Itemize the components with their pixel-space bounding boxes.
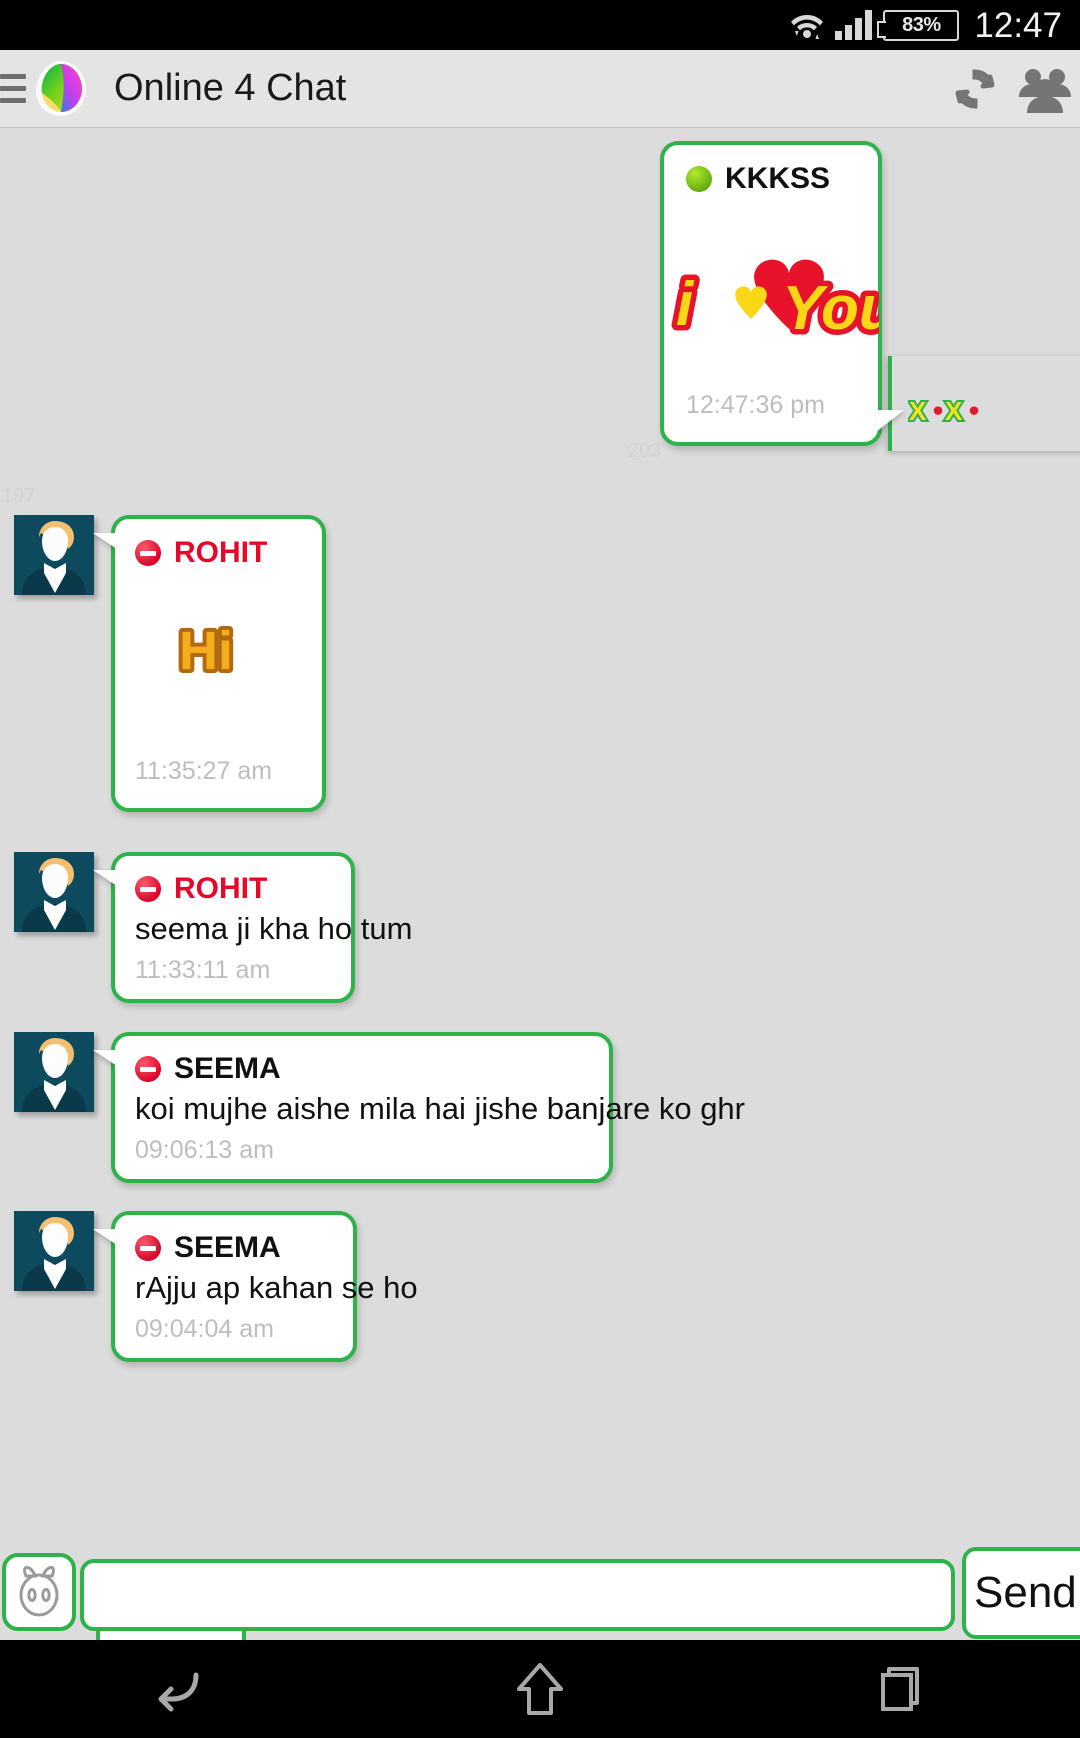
message-timestamp: 11:35:27 am [135, 757, 273, 785]
message-sender-label: SEEMA [174, 1052, 281, 1085]
message-sender-label: SEEMA [174, 1231, 281, 1264]
message-timestamp: 09:06:13 am [135, 1135, 274, 1164]
message-bubble[interactable]: KKKSS i i You You 12:47:3 [660, 141, 904, 446]
refresh-icon[interactable] [940, 54, 1010, 124]
message-sender: SEEMA [135, 1052, 589, 1086]
presence-offline-icon [135, 1235, 161, 1261]
svg-text:Hi: Hi [179, 621, 233, 681]
bubble-tail [93, 533, 117, 549]
svg-text:X: X [909, 396, 927, 426]
message-sender-label: KKKSS [725, 162, 831, 195]
hi-sticker: Hi Hi [175, 617, 263, 685]
battery-percent-label: 83% [902, 13, 941, 36]
message-text: rAjju ap kahan se ho [135, 1270, 418, 1305]
message-input[interactable] [80, 1559, 955, 1631]
message-sender-label: ROHIT [174, 536, 268, 569]
group-users-icon[interactable] [1010, 54, 1080, 124]
message-bubble[interactable]: ROHIT Hi Hi 11:35:27 am [93, 515, 326, 812]
message-row[interactable]: ROHIT Hi Hi 11:35:27 am [14, 515, 326, 812]
message-sender: ROHIT [135, 872, 331, 906]
message-bubble[interactable]: SEEMA rAjju ap kahan se ho 09:04:04 am [93, 1211, 418, 1362]
wifi-transfer-icon [790, 9, 824, 41]
message-sender: SEEMA [135, 1231, 333, 1265]
i-love-you-sticker: i i You You [664, 253, 902, 349]
app-logo-icon [30, 58, 92, 120]
message-sender: KKKSS [686, 162, 856, 196]
back-arrow-icon[interactable] [105, 1640, 255, 1738]
avatar[interactable] [14, 515, 94, 595]
ghost-number: 197 [2, 485, 36, 507]
bubble-tail [93, 1050, 117, 1066]
message-sender: ROHIT [135, 536, 302, 570]
presence-offline-icon [135, 540, 161, 566]
presence-online-icon [686, 166, 712, 192]
presence-offline-icon [135, 1056, 161, 1082]
adjacent-chat-card[interactable]: X X X X [888, 356, 1080, 451]
avatar[interactable] [14, 852, 94, 932]
avatar[interactable] [14, 1032, 94, 1112]
message-row[interactable]: KKKSS i i You You 12:47:3 [660, 141, 904, 446]
svg-text:You: You [782, 274, 879, 343]
bubble-tail [876, 410, 904, 432]
message-text: koi mujhe aishe mila hai jishe banjare k… [135, 1091, 745, 1126]
status-bar-clock: 12:47 [974, 5, 1062, 45]
emoji-face-icon[interactable] [2, 1553, 76, 1631]
cellular-signal-icon [835, 10, 873, 40]
android-nav-bar [0, 1640, 1080, 1738]
app-bar: Online 4 Chat [0, 50, 1080, 128]
hamburger-menu-icon[interactable] [0, 74, 26, 103]
send-button[interactable]: Send [962, 1547, 1080, 1639]
message-text: seema ji kha ho tum [135, 911, 413, 946]
message-composer: Send [0, 1545, 1080, 1640]
bubble-tail [93, 870, 117, 886]
avatar[interactable] [14, 1211, 94, 1291]
message-bubble[interactable]: ROHIT seema ji kha ho tum 11:33:11 am [93, 852, 413, 1003]
page-title: Online 4 Chat [114, 67, 347, 109]
message-timestamp: 11:33:11 am [135, 955, 271, 984]
svg-text:X: X [945, 396, 963, 426]
message-timestamp: 12:47:36 pm [686, 391, 825, 419]
message-row[interactable]: ROHIT seema ji kha ho tum 11:33:11 am [14, 852, 413, 1003]
message-sender-label: ROHIT [174, 872, 268, 905]
home-icon[interactable] [465, 1640, 615, 1738]
send-button-label: Send [974, 1568, 1077, 1617]
message-row[interactable]: SEEMA koi mujhe aishe mila hai jishe ban… [14, 1032, 745, 1183]
message-bubble[interactable]: SEEMA koi mujhe aishe mila hai jishe ban… [93, 1032, 745, 1183]
presence-offline-icon [135, 876, 161, 902]
svg-text:i: i [676, 270, 695, 339]
ghost-number: 203 [628, 440, 662, 462]
message-row[interactable]: SEEMA rAjju ap kahan se ho 09:04:04 am [14, 1211, 418, 1362]
message-timestamp: 09:04:04 am [135, 1314, 274, 1343]
xoxo-sticker: X X X X [907, 394, 984, 428]
chat-message-list[interactable]: 203 197 X X X X KKKSS i i Yo Yo 12:47:36… [0, 129, 1080, 1397]
recent-apps-icon[interactable] [825, 1640, 975, 1738]
battery-indicator: 83% [877, 9, 960, 41]
status-bar: 83% 12:47 [0, 0, 1080, 50]
bubble-tail [93, 1229, 117, 1245]
